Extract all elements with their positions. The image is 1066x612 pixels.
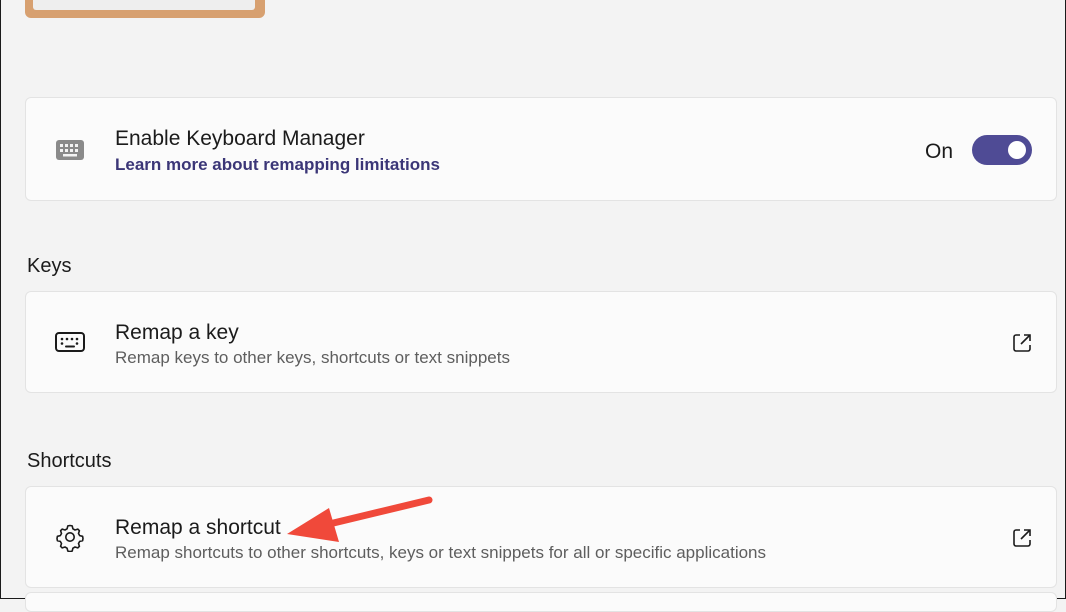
toggle-state-label: On xyxy=(924,140,953,163)
header-image xyxy=(25,0,265,18)
annotation-arrow-icon xyxy=(287,496,433,542)
open-external-icon[interactable] xyxy=(1010,331,1034,355)
remap-key-title: Remap a key xyxy=(115,321,239,344)
keyboard-icon xyxy=(54,326,86,358)
remap-shortcut-title: Remap a shortcut xyxy=(115,516,281,539)
enable-keyboard-manager-card: Enable Keyboard Manager Learn more about… xyxy=(25,97,1057,201)
remap-key-card[interactable]: Remap a key Remap keys to other keys, sh… xyxy=(25,291,1057,393)
toggle-knob xyxy=(1008,141,1026,159)
next-card-partial xyxy=(25,592,1057,612)
remap-shortcut-card[interactable]: Remap a shortcut Remap shortcuts to othe… xyxy=(25,486,1057,588)
gear-icon xyxy=(54,521,86,553)
section-header-shortcuts: Shortcuts xyxy=(27,450,112,472)
section-header-keys: Keys xyxy=(27,255,72,277)
enable-keyboard-manager-toggle[interactable] xyxy=(972,135,1032,165)
keyboard-icon xyxy=(54,134,86,166)
remap-key-description: Remap keys to other keys, shortcuts or t… xyxy=(115,348,510,367)
open-external-icon[interactable] xyxy=(1010,526,1034,550)
header-image-inner xyxy=(33,0,255,10)
enable-keyboard-manager-title: Enable Keyboard Manager xyxy=(115,127,365,150)
learn-more-link[interactable]: Learn more about remapping limitations xyxy=(115,155,440,175)
settings-page: Enable Keyboard Manager Learn more about… xyxy=(0,0,1066,612)
